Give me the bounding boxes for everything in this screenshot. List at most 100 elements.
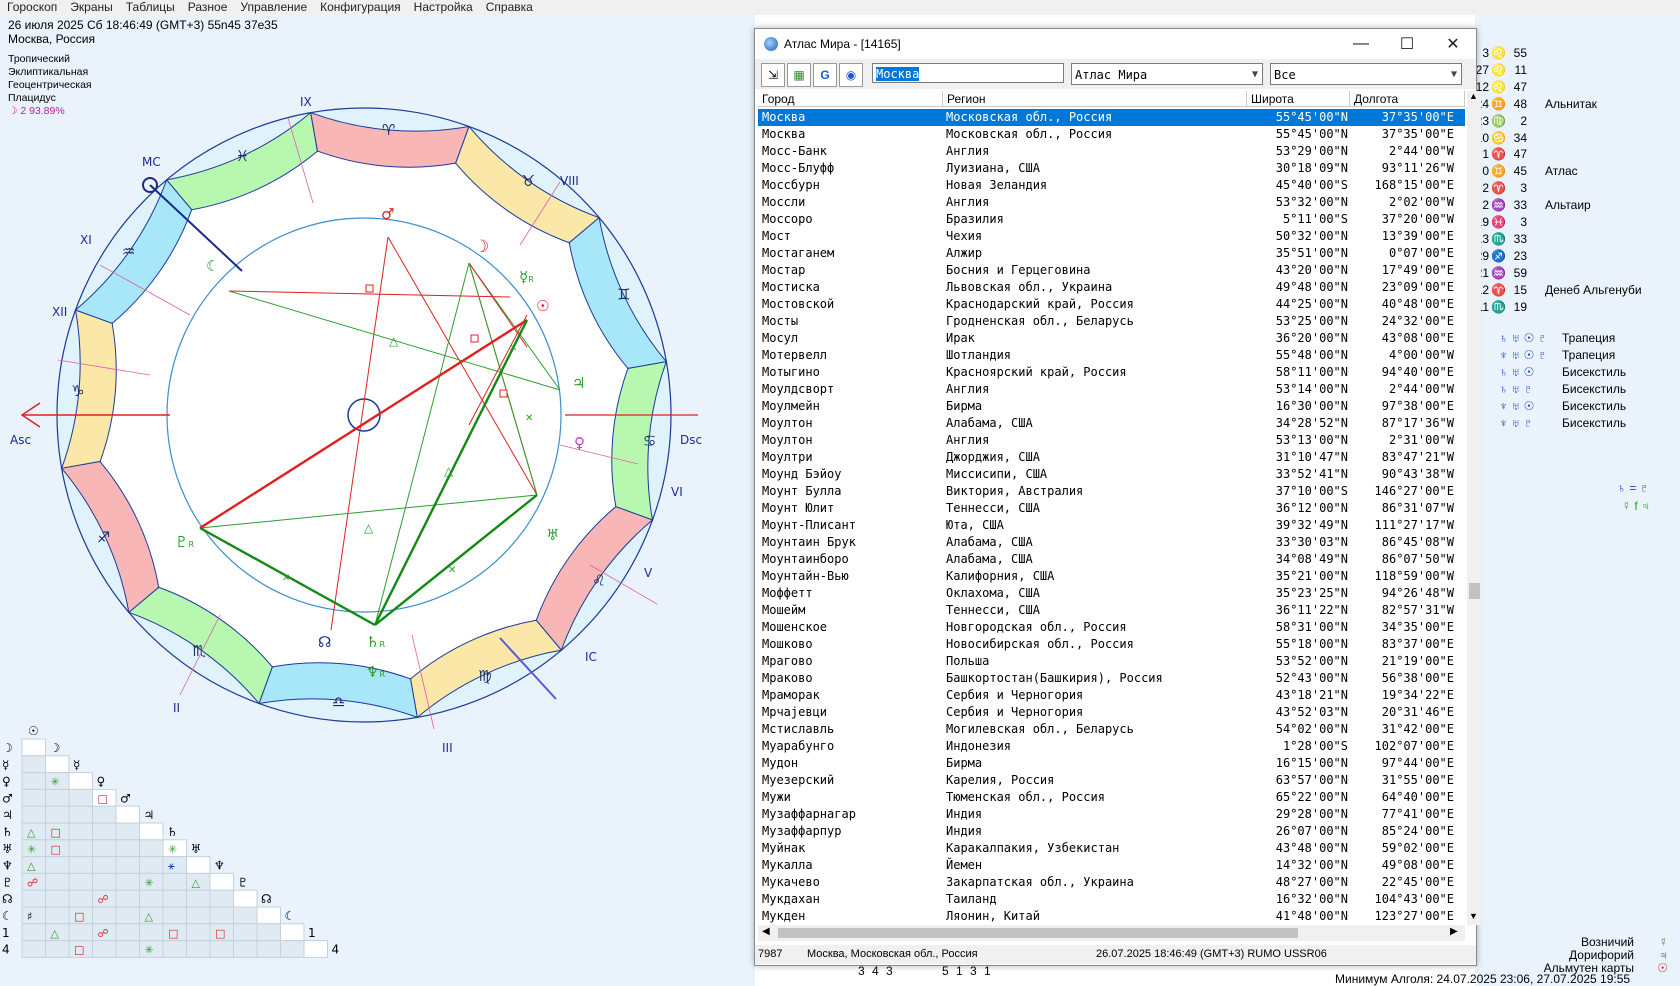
minimize-button[interactable]: —	[1338, 35, 1384, 53]
table-row[interactable]: Москва Московская обл., Россия 55°45'00"N 3…	[758, 109, 1465, 126]
column-region[interactable]: Регион	[943, 91, 1247, 107]
table-row[interactable]: Мостаганем Алжир 35°51'00"N 0°07'00"E	[758, 245, 1465, 262]
scroll-right-icon[interactable]: ▶	[1450, 926, 1458, 937]
table-row[interactable]: Моунтаин Брук Алабама, США 33°30'03"N 86°45…	[758, 534, 1465, 551]
table-row[interactable]: Мосты Гродненская обл., Беларусь 53°25'00"…	[758, 313, 1465, 330]
table-row[interactable]: Моунтайн-Вью Калифорния, США 35°21'00"N 118…	[758, 568, 1465, 585]
table-row[interactable]: Моссоро Бразилия 5°11'00"S 37°20'00"W	[758, 211, 1465, 228]
table-row[interactable]: Моффетт Оклахома, США 35°23'25"N 94°26'48"W	[758, 585, 1465, 602]
table-row[interactable]: Мотыгино Красноярский край, Россия 58°11'0…	[758, 364, 1465, 381]
column-latitude[interactable]: Широта	[1247, 91, 1350, 107]
table-row[interactable]: Мрагово Польша 53°52'00"N 21°19'00"E	[758, 653, 1465, 670]
table-row[interactable]: Мосс-Блуфф Луизиана, США 30°18'09"N 93°11'2…	[758, 160, 1465, 177]
table-row[interactable]: Мотервелл Шотландия 55°48'00"N 4°00'00"W	[758, 347, 1465, 364]
menu-item[interactable]: Разное	[181, 0, 234, 14]
table-row[interactable]: Мраково Башкортостан(Башкирия), Россия 52°…	[758, 670, 1465, 687]
region-cell: Алабама, США	[946, 416, 1033, 430]
table-row[interactable]: Моултон Алабама, США 34°28'52"N 87°17'36"W	[758, 415, 1465, 432]
vertical-scrollbar[interactable]: ▲ ▼	[1467, 91, 1481, 925]
table-row[interactable]: Мукден Ляонин, Китай 41°48'00"N 123°27'00"E	[758, 908, 1465, 925]
zodiac-sign-icon: ♑	[71, 382, 84, 400]
table-row[interactable]: Мошейм Теннесси, США 36°11'22"N 82°57'31"W	[758, 602, 1465, 619]
table-row[interactable]: Моунт-Плисант Юта, США 39°32'49"N 111°27'17…	[758, 517, 1465, 534]
atlas-source-select[interactable]: Атлас Мира ▼	[1071, 63, 1263, 85]
aspect-grid[interactable]: ☽ ☽ ☿ ☿ ♀ ♀ ♂ ♂ ♃ ♃ ♄ ♄ ♅ ♅ ♆ ♆ ♇ ♇ ☊ ☊ ☾ ☾ 1 1 4 4 ☉ ✳ □ △ □ ✳ □ ✳ △ ⚹ ☍ ✳ △ ☍…	[0, 725, 380, 986]
longitude-cell: 86°31'07"W	[1381, 501, 1454, 515]
table-row[interactable]: Моссли Англия 53°32'00"N 2°02'00"W	[758, 194, 1465, 211]
config-glyphs: ♄ ♅ ♇	[1499, 382, 1533, 396]
table-row[interactable]: Моулдсворт Англия 53°14'00"N 2°44'00"W	[758, 381, 1465, 398]
table-row[interactable]: Муйнак Каракалпакия, Узбекистан 43°48'00"N…	[758, 840, 1465, 857]
menu-item[interactable]: Управление	[233, 0, 313, 14]
table-row[interactable]: Мрчајевци Сербия и Черногория 43°52'03"N 20…	[758, 704, 1465, 721]
star-minute: 34	[1513, 130, 1527, 145]
browser-icon[interactable]: ◉	[839, 63, 863, 87]
table-row[interactable]: Музаффарнагар Индия 29°28'00"N 77°41'00"E	[758, 806, 1465, 823]
scroll-down-icon[interactable]: ▼	[1469, 911, 1478, 921]
export-icon[interactable]: ⇲	[761, 63, 785, 87]
table-row[interactable]: Моултон Англия 53°13'00"N 2°31'00"W	[758, 432, 1465, 449]
region-cell: Сербия и Черногория	[946, 705, 1084, 719]
region-cell: Красноярский край, Россия	[946, 365, 1127, 379]
column-city[interactable]: Город	[758, 91, 943, 107]
table-row[interactable]: Мосс-Банк Англия 53°29'00"N 2°44'00"W	[758, 143, 1465, 160]
table-row[interactable]: Мостовской Краснодарский край, Россия 44°2…	[758, 296, 1465, 313]
longitude-cell: 2°44'00"W	[1388, 144, 1454, 158]
config-glyphs: ♄ ♅ ☉	[1499, 365, 1535, 379]
maximize-button[interactable]: ☐	[1384, 34, 1430, 54]
region-cell: Московская обл., Россия	[946, 110, 1113, 124]
table-row[interactable]: Муарабунго Индонезия 1°28'00"S 102°07'00"E	[758, 738, 1465, 755]
table-row[interactable]: Моссбурн Новая Зеландия 45°40'00"S 168°15'0…	[758, 177, 1465, 194]
table-row[interactable]: Моунд Бэйоу Миссисипи, США 33°52'41"N 90°43…	[758, 466, 1465, 483]
table-row[interactable]: Муезерский Карелия, Россия 63°57'00"N 31°55…	[758, 772, 1465, 789]
menu-item[interactable]: Гороскоп	[0, 0, 63, 14]
menu-item[interactable]: Экраны	[63, 0, 118, 14]
google-icon[interactable]: G	[813, 63, 837, 87]
table-row[interactable]: Моултри Джорджия, США 31°10'47"N 83°47'21"W	[758, 449, 1465, 466]
table-row[interactable]: Моунтаинборо Алабама, США 34°08'49"N 86°07'…	[758, 551, 1465, 568]
scroll-up-icon[interactable]: ▲	[1469, 91, 1478, 101]
table-row[interactable]: Моунт Булла Виктория, Австралия 37°10'00"S…	[758, 483, 1465, 500]
table-row[interactable]: Мукдахан Таиланд 16°32'00"N 104°43'00"E	[758, 891, 1465, 908]
menu-item[interactable]: Таблицы	[119, 0, 181, 14]
table-row[interactable]: Мостиска Львовская обл., Украина 49°48'00"…	[758, 279, 1465, 296]
table-row[interactable]: Мостар Босния и Герцеговина 43°20'00"N 17°4…	[758, 262, 1465, 279]
column-longitude[interactable]: Долгота	[1350, 91, 1465, 107]
table-row[interactable]: Мошково Новосибирская обл., Россия 55°18'0…	[758, 636, 1465, 653]
menu-item[interactable]: Настройка	[407, 0, 479, 14]
natal-wheel[interactable]: ♑♒♓♈♉♊♋♌♍♎♏♐ △ △ △ ✕ ✕ ✕ ✕ ♂ ☽ ☿R ☉ ♃ ♀ …	[0, 75, 720, 775]
atlas-titlebar[interactable]: Атлас Мира - [14165] — ☐ ✕	[755, 29, 1476, 59]
table-row[interactable]: Мудон Бирма 16°15'00"N 97°44'00"E	[758, 755, 1465, 772]
latitude-cell: 53°14'00"N	[1275, 382, 1348, 396]
aspect-cell	[68, 805, 93, 824]
aspect-cell	[209, 872, 234, 891]
hscroll-thumb[interactable]	[778, 928, 1298, 938]
aspect-cell	[186, 856, 211, 874]
table-row[interactable]: Мукалла Йемен 14°32'00"N 49°08'00"E	[758, 857, 1465, 874]
scroll-thumb[interactable]	[1469, 583, 1480, 599]
latitude-cell: 43°48'00"N	[1275, 841, 1348, 855]
scroll-left-icon[interactable]: ◀	[762, 926, 770, 937]
longitude-cell: 13°39'00"E	[1381, 229, 1454, 243]
table-row[interactable]: Музаффарпур Индия 26°07'00"N 85°24'00"E	[758, 823, 1465, 840]
menu-item[interactable]: Конфигурация	[313, 0, 407, 14]
table-row[interactable]: Мужи Тюменская обл., Россия 65°22'00"N 64°4…	[758, 789, 1465, 806]
table-row[interactable]: Мосул Ирак 36°20'00"N 43°08'00"E	[758, 330, 1465, 347]
atlas-window[interactable]: Атлас Мира - [14165] — ☐ ✕ ⇲ ▦ G ◉ Москв…	[754, 28, 1481, 966]
region-cell: Бразилия	[946, 212, 1004, 226]
table-row[interactable]: Мраморак Сербия и Черногория 43°18'21"N 19°…	[758, 687, 1465, 704]
table-row[interactable]: Москва Московская обл., Россия 55°45'00"N 3…	[758, 126, 1465, 143]
table-row[interactable]: Мост Чехия 50°32'00"N 13°39'00"E	[758, 228, 1465, 245]
table-row[interactable]: Моулмейн Бирма 16°30'00"N 97°38'00"E	[758, 398, 1465, 415]
close-button[interactable]: ✕	[1430, 34, 1476, 54]
filter-select[interactable]: Все ▼	[1270, 63, 1462, 85]
table-row[interactable]: Мукачево Закарпатская обл., Украина 48°27'…	[758, 874, 1465, 891]
horizontal-scrollbar[interactable]: ◀ ▶	[758, 925, 1465, 941]
menu-item[interactable]: Справка	[479, 0, 539, 14]
table-row[interactable]: Мстиславль Могилевская обл., Беларусь 54°0…	[758, 721, 1465, 738]
longitude-cell: 34°35'00"E	[1381, 620, 1454, 634]
table-row[interactable]: Моунт Юлит Теннесси, США 36°12'00"N 86°31'0…	[758, 500, 1465, 517]
map-icon[interactable]: ▦	[787, 63, 811, 87]
table-row[interactable]: Мошенское Новгородская обл., Россия 58°31'…	[758, 619, 1465, 636]
search-input[interactable]: Москва	[872, 63, 1064, 83]
